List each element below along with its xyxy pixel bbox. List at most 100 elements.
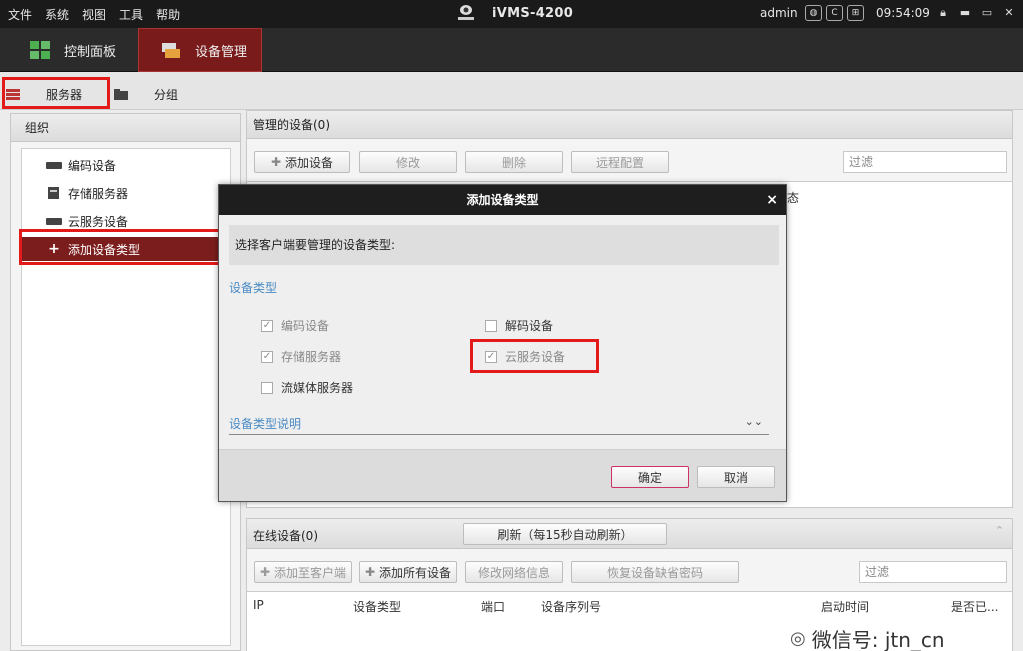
globe-icon[interactable]: ◍ <box>805 5 822 21</box>
tab-control-panel[interactable]: 控制面板 <box>30 28 135 72</box>
panel-title: 组织 <box>11 114 240 142</box>
sub-tab-bar: 服务器 分组 <box>0 72 1023 110</box>
wechat-icon: ◎ <box>790 628 806 649</box>
menu-help[interactable]: 帮助 <box>156 6 180 23</box>
menu-system[interactable]: 系统 <box>45 6 69 23</box>
close-icon[interactable]: × <box>766 185 778 215</box>
clock: 09:54:09 <box>876 6 930 20</box>
section-title: 设备类型 <box>229 281 278 295</box>
checkbox-label: 流媒体服务器 <box>281 381 354 395</box>
add-icon: ✚ <box>259 565 271 579</box>
tree-item-storage[interactable]: 存储服务器 <box>22 181 230 205</box>
add-icon: ✚ <box>270 155 282 169</box>
watermark: ◎ 微信号: jtn_cn <box>790 624 945 651</box>
cloud-icon <box>46 218 62 225</box>
restore-password-button[interactable]: 恢复设备缺省密码 <box>571 561 739 583</box>
online-filter-input[interactable]: 过滤 <box>859 561 1007 583</box>
menu-tools[interactable]: 工具 <box>119 6 143 23</box>
tab-label: 分组 <box>154 87 179 102</box>
cancel-button[interactable]: 取消 <box>697 466 775 488</box>
plus-icon: + <box>48 241 60 257</box>
column-header[interactable]: 启动时间 <box>821 598 869 615</box>
network-icon[interactable]: ⊞ <box>847 5 864 21</box>
button-label: 添加设备 <box>285 155 334 170</box>
modify-network-button[interactable]: 修改网络信息 <box>465 561 563 583</box>
tree-item-label: 添加设备类型 <box>68 242 141 257</box>
checkbox-cloud[interactable]: ✓ 云服务设备 <box>485 348 565 365</box>
checkbox-storage[interactable]: ✓ 存储服务器 <box>261 348 341 365</box>
delete-button[interactable]: 删除 <box>465 151 563 173</box>
app-title: iVMS-4200 <box>492 6 574 21</box>
dialog-header: 添加设备类型 × <box>219 185 786 215</box>
checkbox-label: 解码设备 <box>505 319 554 333</box>
button-label: 远程配置 <box>595 155 644 170</box>
camera-logo-icon <box>458 5 474 20</box>
tree-item-label: 云服务设备 <box>68 214 129 229</box>
dialog-footer: 确定 取消 <box>219 449 786 501</box>
tab-device-management[interactable]: 设备管理 <box>138 28 262 72</box>
tab-server[interactable]: 服务器 <box>6 80 82 108</box>
maximize-icon[interactable]: ▭ <box>978 5 996 21</box>
server-icon <box>6 88 20 100</box>
button-label: 修改 <box>395 155 420 170</box>
button-label: 删除 <box>501 155 526 170</box>
tree-item-encoder[interactable]: 编码设备 <box>22 153 230 177</box>
checkbox-label: 编码设备 <box>281 319 330 333</box>
button-label: 刷新（每15秒自动刷新） <box>497 527 633 542</box>
empty-checkbox-icon <box>485 319 497 332</box>
column-header[interactable]: 设备类型 <box>353 598 401 615</box>
add-to-client-button[interactable]: ✚ 添加至客户端 <box>254 561 352 583</box>
storage-icon <box>48 187 59 199</box>
add-icon: ✚ <box>364 565 376 579</box>
button-label: 取消 <box>723 470 748 485</box>
online-devices-header: 在线设备(0) 刷新（每15秒自动刷新） ⌃ <box>247 519 1012 549</box>
encoder-icon <box>46 162 62 169</box>
checkbox-streaming[interactable]: 流媒体服务器 <box>261 379 353 396</box>
folder-icon <box>114 88 128 100</box>
dialog-description: 选择客户端要管理的设备类型: <box>229 225 779 265</box>
window-controls: 🔒︎ ▬ ▭ ✕ <box>934 5 1018 21</box>
add-device-button[interactable]: ✚ 添加设备 <box>254 151 350 173</box>
checkmark-icon: ✓ <box>261 350 273 363</box>
explain-label: 设备类型说明 <box>229 417 302 431</box>
tab-label: 服务器 <box>46 87 83 102</box>
checkbox-decoder[interactable]: 解码设备 <box>485 317 553 334</box>
column-header[interactable]: 端口 <box>481 598 505 615</box>
collapse-icon[interactable]: ⌃ <box>995 524 1004 537</box>
status-icons: ◍ C ⊞ <box>805 5 864 21</box>
tab-group[interactable]: 分组 <box>114 80 178 108</box>
refresh-button[interactable]: 刷新（每15秒自动刷新） <box>463 523 667 545</box>
add-all-devices-button[interactable]: ✚ 添加所有设备 <box>359 561 457 583</box>
device-type-explain-toggle[interactable]: 设备类型说明 ⌄⌄ <box>229 415 769 435</box>
tree-item-label: 编码设备 <box>68 158 117 173</box>
cpu-icon[interactable]: C <box>826 5 843 21</box>
remote-config-button[interactable]: 远程配置 <box>571 151 669 173</box>
control-panel-icon <box>30 41 50 59</box>
column-header[interactable]: IP <box>253 598 264 612</box>
tab-label: 设备管理 <box>195 44 248 60</box>
button-label: 恢复设备缺省密码 <box>606 565 703 580</box>
button-label: 添加所有设备 <box>379 565 452 580</box>
menu-file[interactable]: 文件 <box>8 6 32 23</box>
checkbox-label: 云服务设备 <box>505 350 566 364</box>
tree-item-add-device-type[interactable]: + 添加设备类型 <box>22 237 230 261</box>
add-device-type-dialog: 添加设备类型 × 选择客户端要管理的设备类型: 设备类型 ✓ 编码设备 ✓ 存储… <box>218 184 787 502</box>
panel-title: 在线设备(0) <box>253 529 318 543</box>
modify-button[interactable]: 修改 <box>359 151 457 173</box>
lock-icon[interactable]: 🔒︎ <box>934 5 952 21</box>
minimize-icon[interactable]: ▬ <box>956 5 974 21</box>
tree-item-label: 存储服务器 <box>68 186 129 201</box>
checkbox-encoder[interactable]: ✓ 编码设备 <box>261 317 329 334</box>
managed-filter-input[interactable]: 过滤 <box>843 151 1007 173</box>
ok-button[interactable]: 确定 <box>611 466 689 488</box>
tree-item-cloud[interactable]: 云服务设备 <box>22 209 230 233</box>
menu-view[interactable]: 视图 <box>82 6 106 23</box>
title-bar: 文件 系统 视图 工具 帮助 iVMS-4200 admin ◍ C ⊞ 09:… <box>0 0 1023 28</box>
menu-bar: 文件 系统 视图 工具 帮助 <box>8 6 180 23</box>
user-name: admin <box>760 6 798 20</box>
column-header[interactable]: 设备序列号 <box>541 598 601 615</box>
column-header[interactable]: 是否已... <box>951 598 998 615</box>
close-icon[interactable]: ✕ <box>1000 5 1018 21</box>
watermark-text: 微信号: jtn_cn <box>811 628 945 651</box>
button-label: 确定 <box>637 470 662 485</box>
